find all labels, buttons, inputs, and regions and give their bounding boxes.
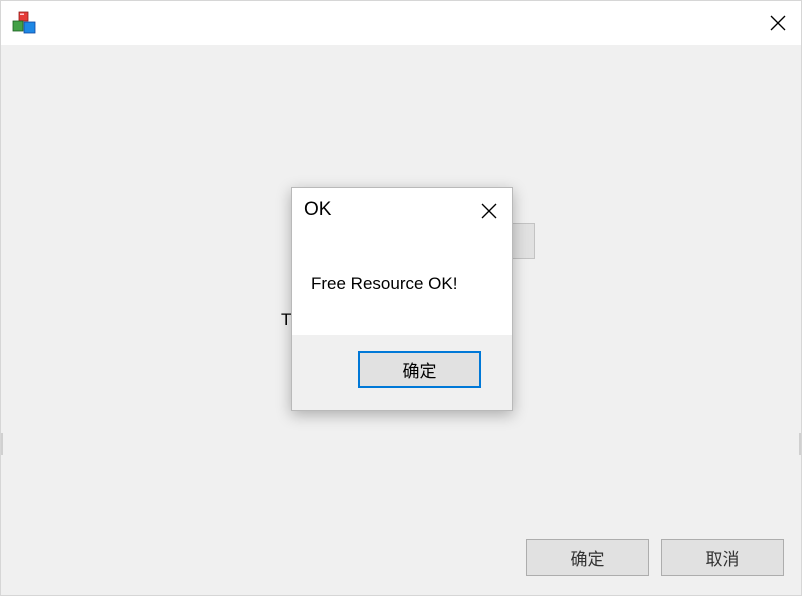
window-close-button[interactable] — [755, 1, 801, 45]
dialog-content-area: OK Free Resource OK! — [292, 188, 512, 335]
dialog-title: OK — [304, 199, 332, 220]
main-window: T 确定 取消 OK Free Resource OK! 确定 — [0, 0, 802, 596]
dialog-ok-button[interactable]: 确定 — [358, 351, 481, 388]
message-dialog: OK Free Resource OK! 确定 — [291, 187, 513, 411]
ok-button[interactable]: 确定 — [526, 539, 649, 576]
dialog-message: Free Resource OK! — [311, 274, 458, 293]
right-edge-mark — [799, 433, 801, 455]
cancel-button[interactable]: 取消 — [661, 539, 784, 576]
close-icon — [770, 15, 786, 31]
close-icon — [481, 203, 497, 219]
left-edge-mark — [1, 433, 3, 455]
background-label: T — [281, 310, 292, 329]
dialog-close-button[interactable] — [474, 196, 504, 226]
title-bar — [1, 1, 801, 45]
application-icon — [12, 11, 36, 34]
